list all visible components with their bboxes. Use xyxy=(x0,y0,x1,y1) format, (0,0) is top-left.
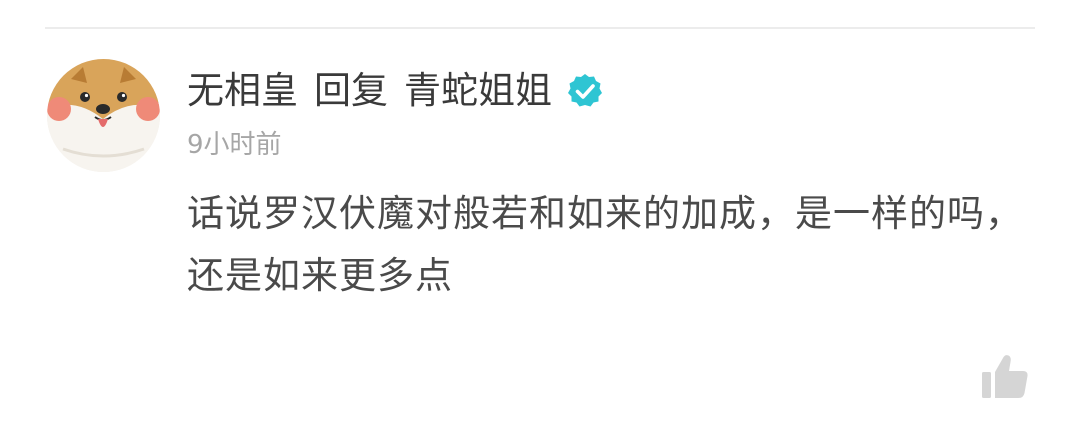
comment-header: 无相皇 回复 青蛇姐姐 xyxy=(187,66,604,116)
author-name[interactable]: 无相皇 xyxy=(187,66,298,116)
comment-reply-card: 无相皇 回复 青蛇姐姐 9小时前 话说罗汉伏魔对般若和如来的加成，是一样的吗，还… xyxy=(0,0,1080,433)
comment-text: 话说罗汉伏魔对般若和如来的加成，是一样的吗，还是如来更多点 xyxy=(187,192,1023,297)
comment-time: 9小时前 xyxy=(187,130,282,160)
divider xyxy=(45,27,1035,29)
avatar-image xyxy=(47,59,160,172)
verified-check-icon xyxy=(566,72,604,110)
reply-label: 回复 xyxy=(314,69,388,112)
avatar[interactable] xyxy=(47,59,160,172)
like-button[interactable] xyxy=(980,352,1030,400)
reply-target-name[interactable]: 青蛇姐姐 xyxy=(404,66,552,116)
thumbs-up-icon xyxy=(982,355,1028,398)
